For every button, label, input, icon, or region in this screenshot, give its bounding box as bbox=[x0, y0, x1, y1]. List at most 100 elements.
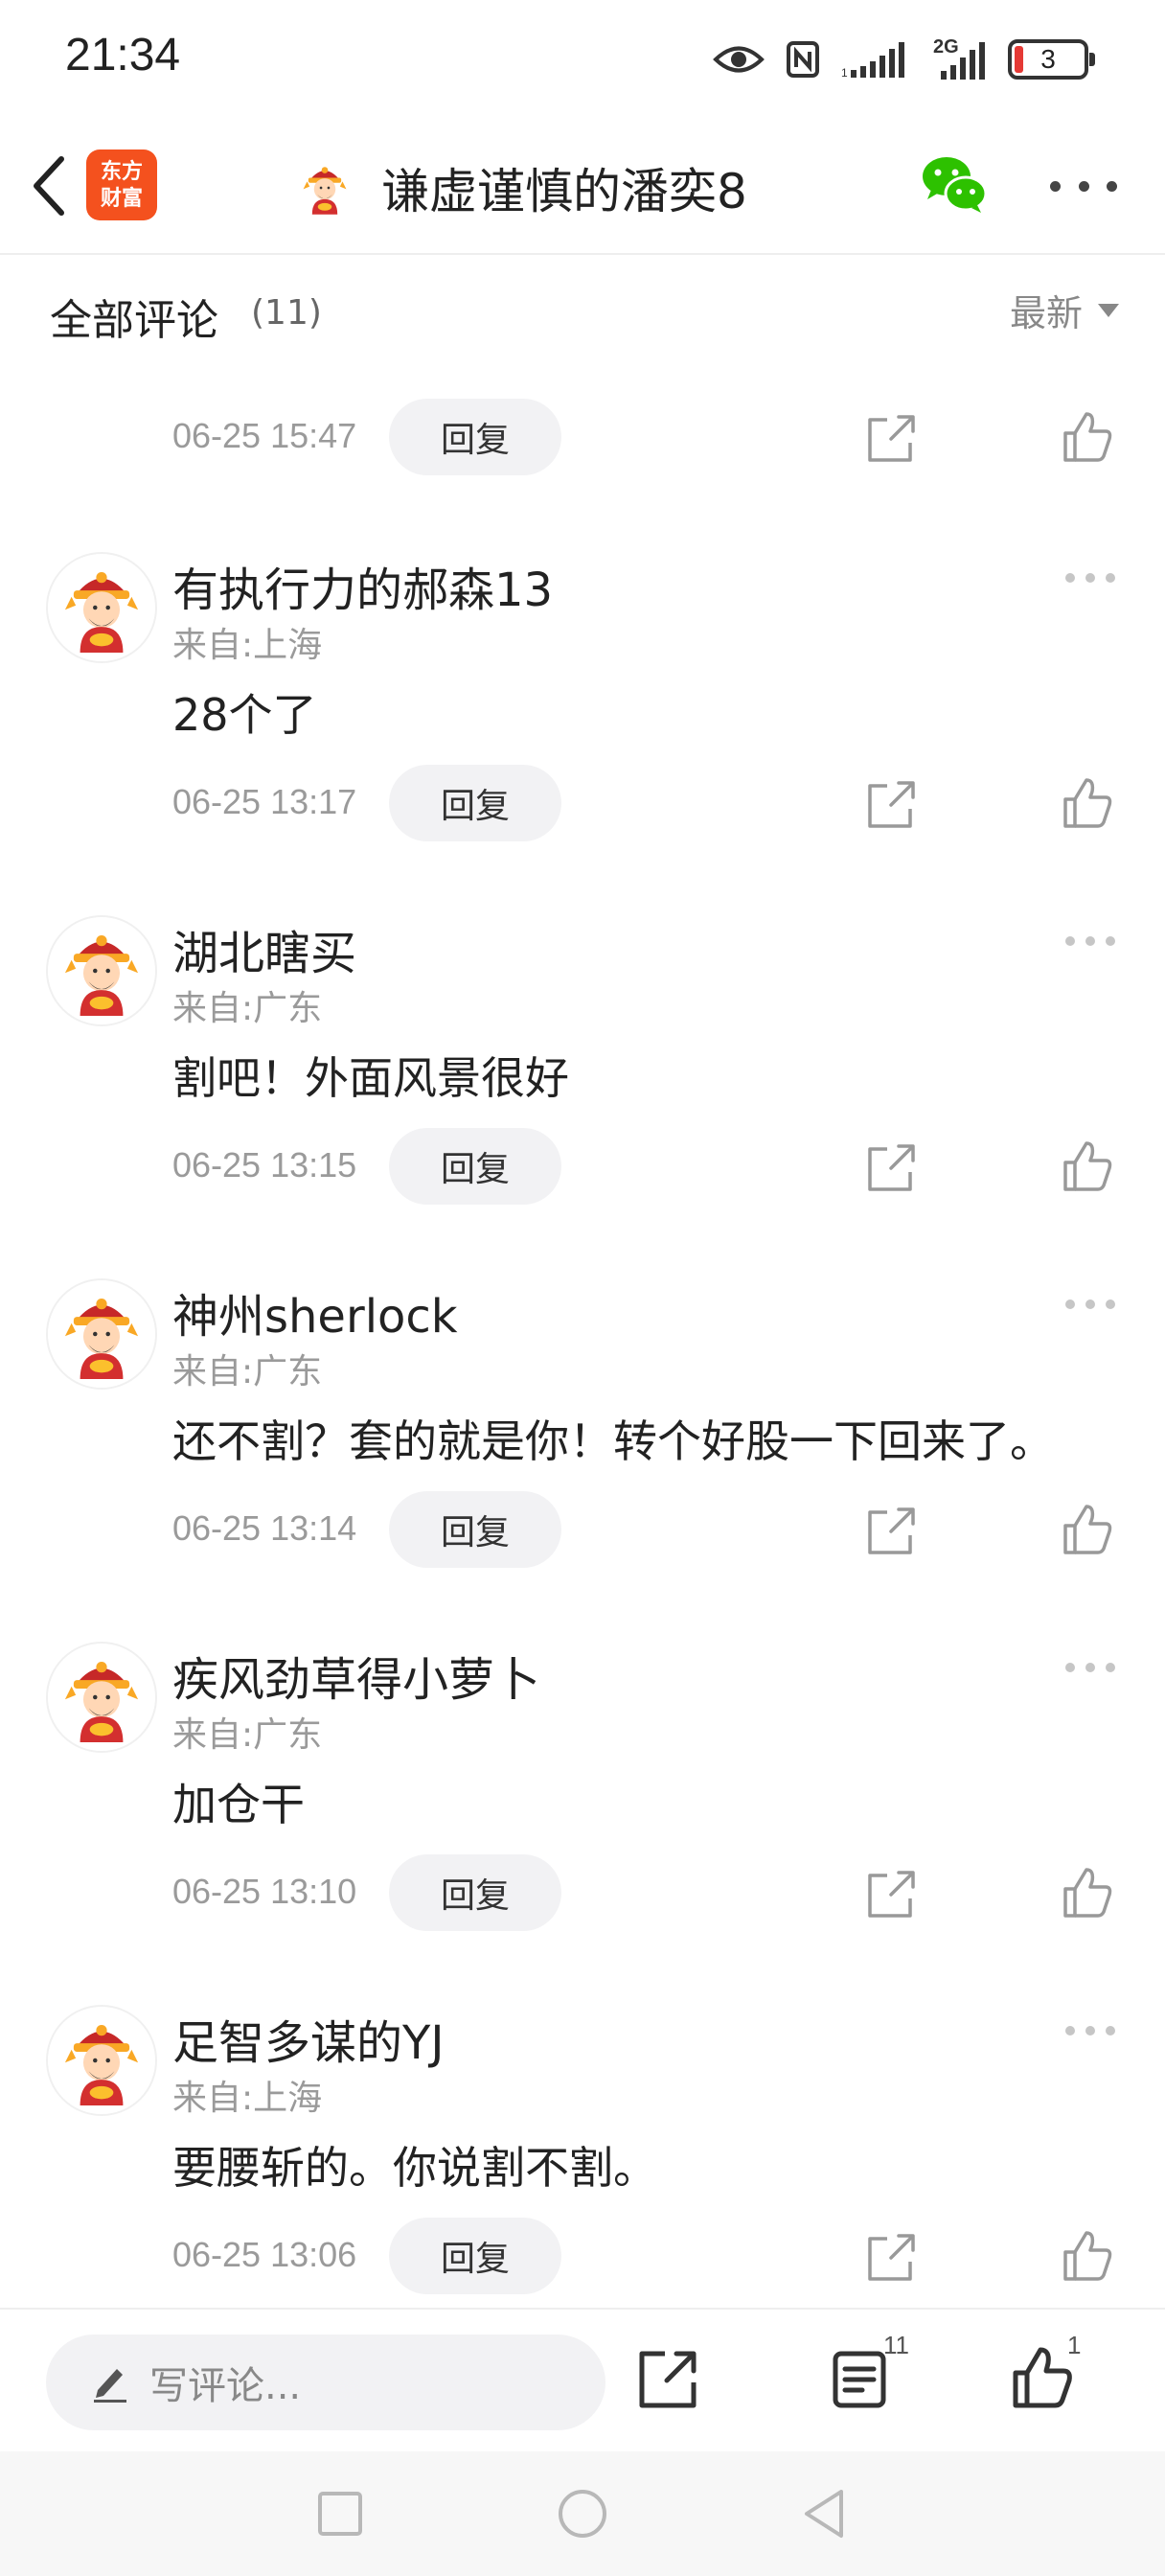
like-icon[interactable] bbox=[1058, 1138, 1115, 1195]
status-time: 21:34 bbox=[65, 30, 181, 80]
share-icon[interactable] bbox=[862, 778, 920, 832]
app-logo-line2: 财富 bbox=[100, 186, 143, 211]
comment-item: 有执行力的郝森13 来自:上海 28个了 06-25 13:17 回复 bbox=[0, 552, 1165, 868]
share-icon[interactable] bbox=[862, 1141, 920, 1195]
battery-low-indicator bbox=[1015, 46, 1023, 73]
more-dot bbox=[1106, 1300, 1115, 1309]
like-icon[interactable] bbox=[1058, 774, 1115, 832]
comment-more-button[interactable] bbox=[1065, 573, 1115, 586]
reply-button[interactable]: 回复 bbox=[389, 1854, 561, 1931]
comment-actions: 06-25 13:17 回复 bbox=[0, 765, 1165, 841]
comment-more-button[interactable] bbox=[1065, 1300, 1115, 1313]
comment-more-button[interactable] bbox=[1065, 2026, 1115, 2039]
share-icon[interactable] bbox=[862, 1868, 920, 1921]
comment-time: 06-25 13:14 bbox=[172, 1508, 357, 1548]
comment-input-placeholder: 写评论... bbox=[149, 2364, 302, 2408]
comment-item-partial: 06-25 15:47 回复 bbox=[0, 370, 1165, 485]
reply-button[interactable]: 回复 bbox=[389, 765, 561, 841]
wechat-share-button[interactable] bbox=[920, 153, 989, 215]
wechat-icon bbox=[923, 157, 988, 213]
more-dot bbox=[1106, 2026, 1115, 2036]
comment-location: 来自:广东 bbox=[172, 1715, 323, 1755]
reply-button[interactable]: 回复 bbox=[389, 1491, 561, 1568]
comment-content: 要腰斩的。你说割不割。 bbox=[172, 2142, 657, 2194]
comment-actions: 06-25 13:10 回复 bbox=[0, 1854, 1165, 1931]
reply-button[interactable]: 回复 bbox=[389, 2218, 561, 2294]
more-dots-icon bbox=[1065, 936, 1075, 946]
comment-item: 足智多谋的YJ 来自:上海 要腰斩的。你说割不割。 06-25 13:06 回复 bbox=[0, 2005, 1165, 2308]
recent-apps-icon[interactable] bbox=[308, 2482, 372, 2545]
sort-dropdown[interactable]: 最新 bbox=[1010, 284, 1119, 336]
comments-section-header: 全部评论 (11) 最新 bbox=[0, 255, 1165, 370]
page-title: 谦虚谨慎的潘奕8 bbox=[381, 164, 747, 219]
more-dot bbox=[1085, 936, 1095, 946]
pencil-icon bbox=[94, 2369, 126, 2403]
comment-username[interactable]: 疾风劲草得小萝卜 bbox=[172, 1642, 540, 1709]
comments-list-icon[interactable] bbox=[828, 2348, 891, 2411]
comment-location: 来自:广东 bbox=[172, 1352, 323, 1392]
like-icon[interactable] bbox=[1058, 1864, 1115, 1921]
more-dot bbox=[1078, 180, 1089, 192]
comment-location: 来自:上海 bbox=[172, 626, 323, 665]
comment-content: 还不割？套的就是你！转个好股一下回来了。 bbox=[172, 1415, 1054, 1467]
reply-button[interactable]: 回复 bbox=[389, 399, 561, 475]
share-icon[interactable] bbox=[862, 412, 920, 466]
top-header: 东方 财富 谦虚谨慎的潘奕8 bbox=[0, 119, 1165, 255]
home-icon[interactable] bbox=[551, 2482, 614, 2545]
comment-username[interactable]: 有执行力的郝森13 bbox=[172, 552, 553, 619]
comment-actions: 06-25 13:15 回复 bbox=[0, 1128, 1165, 1205]
sort-label: 最新 bbox=[1009, 292, 1083, 334]
like-icon[interactable] bbox=[1058, 408, 1115, 466]
comment-time: 06-25 15:47 bbox=[172, 416, 357, 455]
more-dots-icon bbox=[1065, 1300, 1075, 1309]
comment-count-badge: 11 bbox=[883, 2331, 909, 2359]
post-author[interactable]: 谦虚谨慎的潘奕8 bbox=[293, 153, 747, 222]
more-options-button[interactable] bbox=[1050, 169, 1117, 203]
user-avatar[interactable] bbox=[46, 915, 157, 1026]
more-dot bbox=[1085, 1300, 1095, 1309]
more-dots-icon bbox=[1065, 2026, 1075, 2036]
comment-location: 来自:广东 bbox=[172, 989, 323, 1028]
user-avatar[interactable] bbox=[46, 552, 157, 663]
like-icon[interactable] bbox=[1058, 2227, 1115, 2285]
comment-username[interactable]: 神州sherlock bbox=[172, 1278, 458, 1346]
user-avatar[interactable] bbox=[46, 1278, 157, 1390]
more-dots-icon bbox=[1050, 180, 1061, 192]
comment-item: 疾风劲草得小萝卜 来自:广东 加仓干 06-25 13:10 回复 bbox=[0, 1642, 1165, 1958]
eye-icon bbox=[713, 46, 765, 73]
share-icon[interactable] bbox=[862, 1505, 920, 1558]
comment-actions: 06-25 13:14 回复 bbox=[0, 1491, 1165, 1568]
status-icons: 1 2G 3 bbox=[713, 33, 1095, 86]
battery-level: 3 bbox=[1040, 44, 1056, 74]
comment-time: 06-25 13:17 bbox=[172, 782, 357, 821]
back-button[interactable] bbox=[19, 148, 80, 224]
back-nav-icon[interactable] bbox=[793, 2482, 857, 2545]
signal-icon: 1 bbox=[841, 42, 904, 79]
back-arrow-icon bbox=[34, 156, 64, 216]
comment-input[interactable]: 写评论... bbox=[46, 2334, 605, 2430]
app-logo[interactable]: 东方 财富 bbox=[86, 150, 157, 220]
share-post-icon[interactable] bbox=[636, 2348, 699, 2411]
more-dot bbox=[1107, 180, 1117, 192]
comment-content: 28个了 bbox=[172, 689, 317, 741]
like-count-badge: 1 bbox=[1067, 2331, 1082, 2359]
bottom-action-bar: 写评论... 11 1 bbox=[0, 2308, 1165, 2451]
reply-button[interactable]: 回复 bbox=[389, 1128, 561, 1205]
app-logo-line1: 东方 bbox=[100, 159, 143, 184]
share-icon[interactable] bbox=[862, 2231, 920, 2285]
comment-username[interactable]: 足智多谋的YJ bbox=[172, 2005, 444, 2072]
comment-content: 割吧！外面风景很好 bbox=[172, 1052, 569, 1104]
comment-more-button[interactable] bbox=[1065, 1663, 1115, 1676]
like-post-icon[interactable] bbox=[1008, 2344, 1075, 2411]
comment-more-button[interactable] bbox=[1065, 936, 1115, 950]
signal-2g-icon: 2G bbox=[933, 36, 987, 80]
comment-username[interactable]: 湖北瞎买 bbox=[172, 915, 356, 982]
more-dot bbox=[1106, 1663, 1115, 1672]
more-dot bbox=[1106, 936, 1115, 946]
user-avatar[interactable] bbox=[46, 1642, 157, 1753]
more-dots-icon bbox=[1065, 1663, 1075, 1672]
user-avatar[interactable] bbox=[46, 2005, 157, 2116]
like-icon[interactable] bbox=[1058, 1501, 1115, 1558]
more-dot bbox=[1085, 1663, 1095, 1672]
comment-content: 加仓干 bbox=[172, 1779, 305, 1830]
